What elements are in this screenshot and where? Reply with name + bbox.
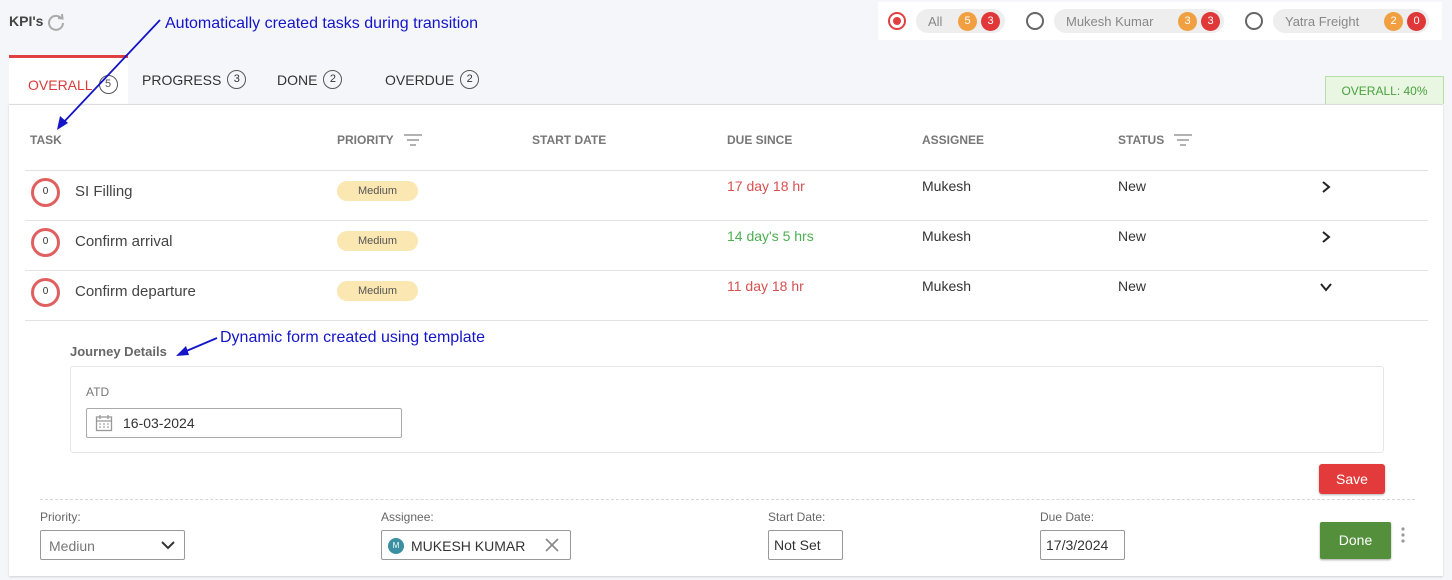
table-row[interactable]: 0 Confirm departure Medium 11 day 18 hr … <box>25 270 1428 321</box>
filter-icon[interactable] <box>1174 134 1193 146</box>
priority-badge: Medium <box>337 181 418 201</box>
filter-count-red: 3 <box>1201 11 1220 31</box>
column-header-assignee: ASSIGNEE <box>922 133 984 147</box>
filter-yatra-pill[interactable]: Yatra Freight 2 0 <box>1273 9 1429 33</box>
due-date-label: Due Date: <box>1040 510 1095 524</box>
filter-count-red: 3 <box>981 11 1000 31</box>
task-name: SI Filling <box>75 183 133 200</box>
due-since: 11 day 18 hr <box>727 278 804 294</box>
filter-all-pill[interactable]: All 5 3 <box>916 9 1005 33</box>
priority-label: Priority: <box>40 510 81 524</box>
start-date-field[interactable]: Not Set <box>768 530 843 560</box>
column-header-due-since: DUE SINCE <box>727 133 792 147</box>
column-header-priority[interactable]: PRIORITY <box>337 133 422 147</box>
chevron-down-icon[interactable] <box>1319 280 1333 294</box>
table-row[interactable]: 0 SI Filling Medium 17 day 18 hr Mukesh … <box>25 170 1428 221</box>
overall-progress-badge: OVERALL: 40% <box>1325 76 1444 104</box>
atd-date-input[interactable]: 16-03-2024 <box>86 408 402 438</box>
priority-badge: Medium <box>337 281 418 301</box>
priority-value: Mediun <box>49 538 95 554</box>
assignee: Mukesh <box>922 228 972 244</box>
chevron-right-icon[interactable] <box>1319 180 1333 194</box>
divider <box>40 499 1415 500</box>
assignee-label: Assignee: <box>381 510 434 524</box>
save-button[interactable]: Save <box>1319 464 1385 494</box>
column-header-start-date: START DATE <box>532 133 606 147</box>
assignee: Mukesh <box>922 278 972 294</box>
calendar-icon[interactable] <box>95 414 113 432</box>
filter-count-orange: 5 <box>958 11 977 31</box>
column-label: TASK <box>30 133 62 147</box>
column-header-task: TASK <box>30 133 62 147</box>
column-label: DUE SINCE <box>727 133 793 147</box>
tab-overdue[interactable]: OVERDUE 2 <box>385 70 480 89</box>
annotation-form: Dynamic form created using template <box>220 329 485 346</box>
filter-icon[interactable] <box>403 134 422 146</box>
tab-count: 3 <box>227 70 247 89</box>
done-button[interactable]: Done <box>1320 522 1391 559</box>
tab-done[interactable]: DONE 2 <box>277 70 343 89</box>
column-label: PRIORITY <box>337 133 394 147</box>
filter-count-orange: 3 <box>1178 11 1197 31</box>
tab-count: 2 <box>323 70 343 89</box>
filter-label: Mukesh Kumar <box>1066 13 1154 29</box>
section-title: Journey Details <box>70 344 167 359</box>
table-row[interactable]: 0 Confirm arrival Medium 14 day's 5 hrs … <box>25 220 1428 271</box>
filter-mukesh-radio[interactable] <box>1026 12 1044 30</box>
atd-value: 16-03-2024 <box>123 415 195 431</box>
task-count-circle: 0 <box>31 228 60 257</box>
filter-yatra-radio[interactable] <box>1245 12 1263 30</box>
tab-progress[interactable]: PROGRESS 3 <box>142 70 247 89</box>
priority-select[interactable]: Mediun <box>40 530 185 560</box>
filter-all-radio[interactable] <box>888 12 906 30</box>
column-label: ASSIGNEE <box>922 133 985 147</box>
due-date-value: 17/3/2024 <box>1046 537 1109 553</box>
chevron-right-icon[interactable] <box>1319 230 1333 244</box>
task-count-circle: 0 <box>31 278 60 307</box>
task-name: Confirm departure <box>75 283 196 300</box>
filter-label: All <box>928 13 943 29</box>
tab-label: OVERDUE <box>385 71 455 88</box>
kpi-title: KPI's <box>9 13 44 29</box>
column-label: STATUS <box>1118 133 1165 147</box>
assignee-value: MUKESH KUMAR <box>411 538 526 554</box>
filter-count-orange: 2 <box>1384 11 1403 31</box>
more-options-icon[interactable] <box>1398 526 1408 544</box>
assignee-filter-bar: All 5 3 Mukesh Kumar 3 3 Yatra Freight 2… <box>878 2 1442 40</box>
close-icon[interactable] <box>544 537 560 553</box>
tab-count: 5 <box>98 75 118 94</box>
assignee: Mukesh <box>922 178 972 194</box>
due-date-field[interactable]: 17/3/2024 <box>1040 530 1125 560</box>
due-since: 17 day 18 hr <box>727 178 805 194</box>
avatar: M <box>388 538 404 554</box>
annotation-tasks: Automatically created tasks during trans… <box>165 15 479 32</box>
status: New <box>1118 278 1147 294</box>
tab-count: 2 <box>460 70 480 89</box>
filter-mukesh-pill[interactable]: Mukesh Kumar 3 3 <box>1054 9 1224 33</box>
task-count-circle: 0 <box>31 178 60 207</box>
refresh-icon[interactable] <box>46 12 66 32</box>
status: New <box>1118 178 1147 194</box>
task-name: Confirm arrival <box>75 233 173 250</box>
tab-label: PROGRESS <box>142 71 222 88</box>
column-header-status[interactable]: STATUS <box>1118 133 1193 147</box>
tab-label: DONE <box>277 71 318 88</box>
status: New <box>1118 228 1147 244</box>
assignee-select[interactable]: M MUKESH KUMAR <box>381 530 571 560</box>
due-since: 14 day's 5 hrs <box>727 228 814 244</box>
filter-label: Yatra Freight <box>1285 13 1360 29</box>
chevron-down-icon <box>161 541 175 550</box>
column-label: START DATE <box>532 133 607 147</box>
priority-badge: Medium <box>337 231 418 251</box>
tab-label: OVERALL <box>28 76 93 93</box>
start-date-value: Not Set <box>774 537 821 553</box>
start-date-label: Start Date: <box>768 510 826 524</box>
filter-count-red: 0 <box>1407 11 1426 31</box>
atd-label: ATD <box>86 385 110 399</box>
tab-overall[interactable]: OVERALL 5 <box>28 75 118 94</box>
